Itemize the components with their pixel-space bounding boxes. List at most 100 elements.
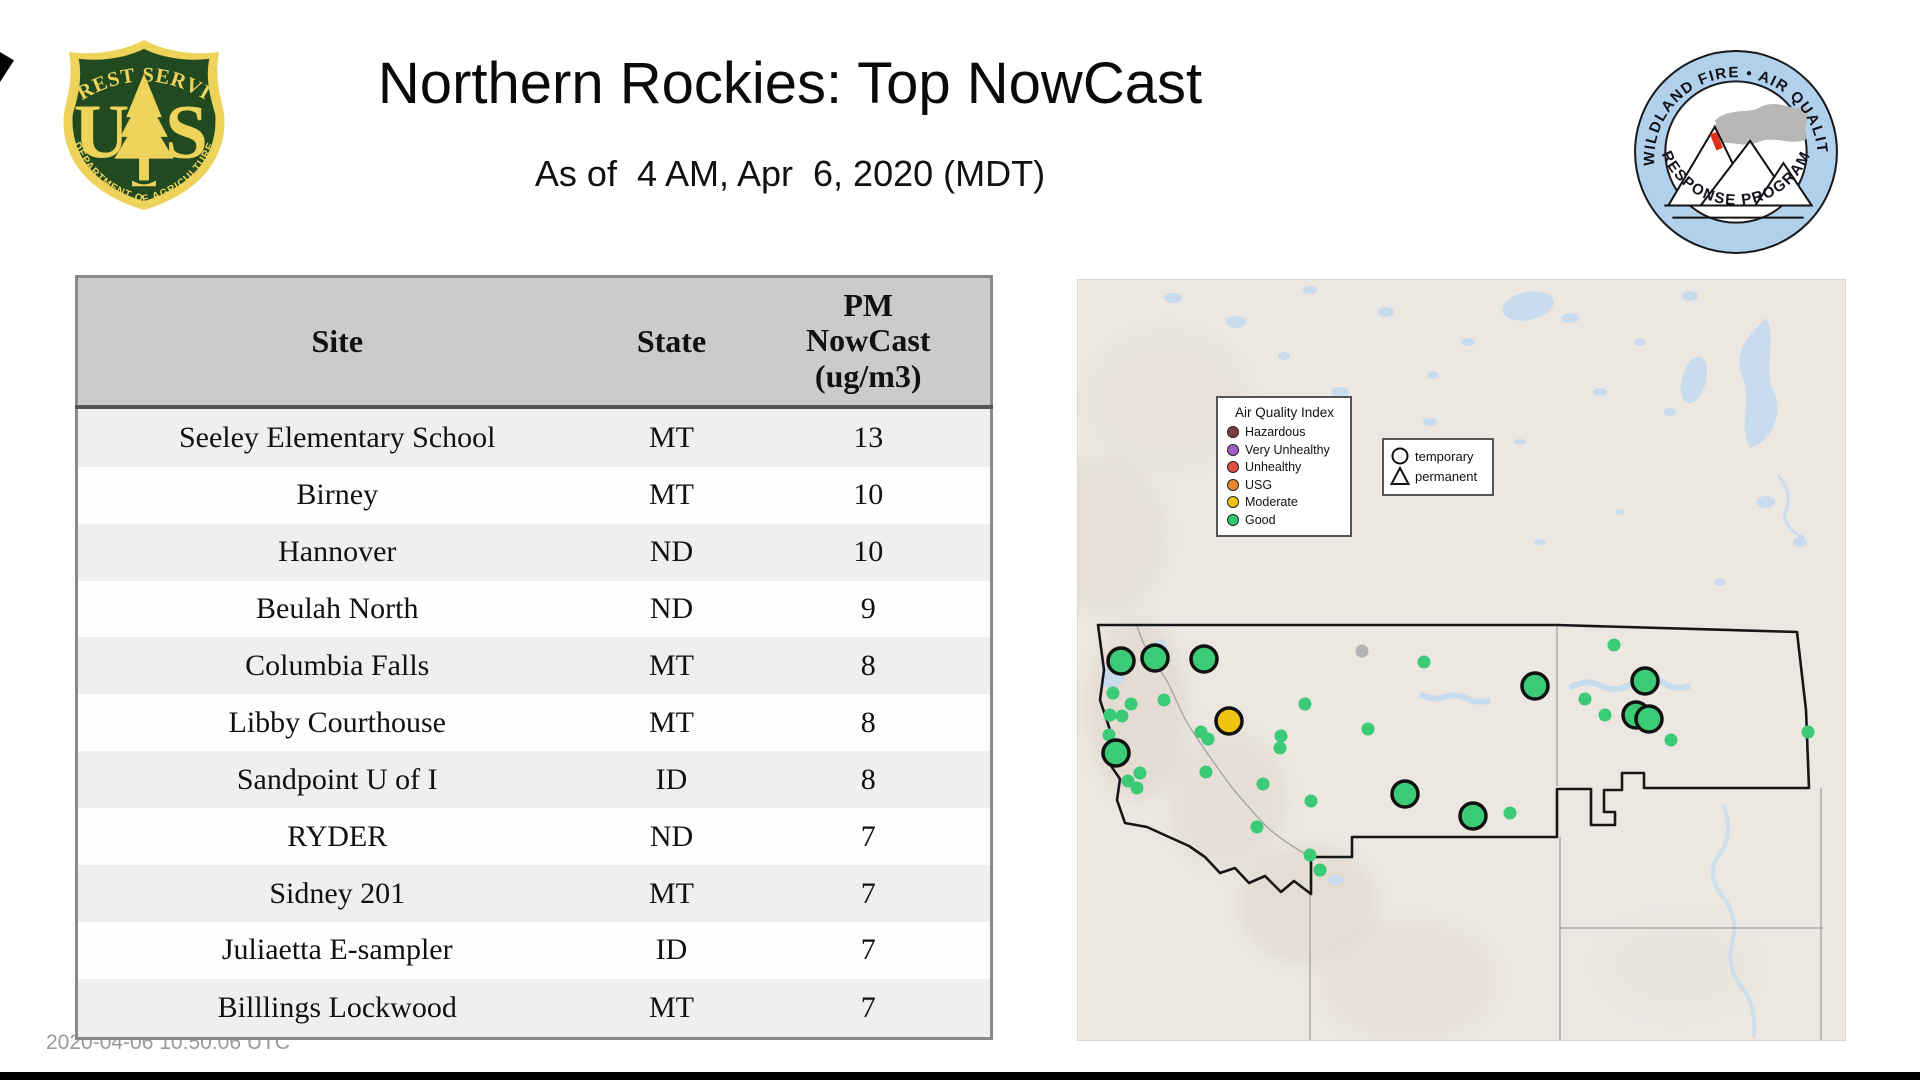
aqi-legend-item: Moderate bbox=[1227, 495, 1342, 509]
table-header-row: Site State PM NowCast (ug/m3) bbox=[76, 276, 992, 409]
aqi-item-label: USG bbox=[1245, 477, 1273, 492]
monitor-type-legend: temporary permanent bbox=[1382, 438, 1494, 496]
site-marker-good bbox=[1124, 697, 1138, 711]
aqi-color-dot-icon bbox=[1227, 496, 1239, 508]
aqi-color-dot-icon bbox=[1227, 478, 1239, 491]
site-marker-no_data bbox=[1355, 644, 1369, 658]
cell-site: Hannover bbox=[76, 523, 597, 581]
cell-value: 8 bbox=[746, 694, 992, 752]
wfaqrp-logo: WILDLAND FIRE • AIR QUALITY RESPONSE PRO… bbox=[1624, 33, 1842, 263]
monitor-type-icons bbox=[1390, 447, 1410, 485]
cell-site: Sandpoint U of I bbox=[76, 751, 597, 809]
aqi-item-label: Moderate bbox=[1245, 495, 1298, 509]
footer-bar bbox=[0, 1072, 1920, 1080]
site-marker-good bbox=[1298, 697, 1312, 711]
cell-state: MT bbox=[596, 978, 747, 1039]
site-marker-good bbox=[1417, 655, 1431, 669]
table-row: Sidney 201 MT 7 bbox=[76, 865, 992, 923]
map-canvas bbox=[1078, 280, 1845, 1040]
site-marker-good bbox=[1201, 732, 1215, 746]
site-marker-good bbox=[1250, 820, 1264, 834]
site-marker-good bbox=[1503, 806, 1517, 820]
cell-state: ID bbox=[596, 751, 747, 809]
site-marker-good bbox=[1130, 781, 1144, 795]
table-row: Sandpoint U of I ID 8 bbox=[76, 751, 992, 809]
aqi-color-dot-icon bbox=[1227, 443, 1239, 456]
cell-state: MT bbox=[596, 865, 747, 923]
aqi-legend: Air Quality Index Hazardous Very Unhealth… bbox=[1216, 396, 1352, 537]
table-row: Beulah North ND 9 bbox=[76, 580, 992, 638]
aqi-map: Air Quality Index Hazardous Very Unhealth… bbox=[1077, 279, 1846, 1041]
cell-value: 7 bbox=[746, 808, 992, 866]
cell-value: 10 bbox=[746, 466, 992, 524]
site-marker-good bbox=[1607, 638, 1621, 652]
site-marker-good bbox=[1189, 644, 1219, 674]
site-marker-good bbox=[1103, 708, 1117, 722]
site-marker-good bbox=[1458, 801, 1488, 831]
aqi-legend-item: Unhealthy bbox=[1227, 460, 1342, 474]
col-header-pm-nowcast: PM NowCast (ug/m3) bbox=[746, 276, 992, 409]
cell-site: Libby Courthouse bbox=[76, 694, 597, 752]
table-row: Seeley Elementary School MT 13 bbox=[76, 406, 992, 467]
site-marker-good bbox=[1101, 738, 1131, 768]
site-marker-good bbox=[1140, 643, 1170, 673]
site-marker-moderate bbox=[1214, 706, 1244, 736]
site-marker-good bbox=[1578, 692, 1592, 706]
site-marker-good bbox=[1133, 766, 1147, 780]
permanent-triangle-icon bbox=[1390, 465, 1410, 485]
cell-value: 7 bbox=[746, 922, 992, 979]
permanent-label: permanent bbox=[1415, 469, 1478, 484]
aqi-color-dot-icon bbox=[1227, 426, 1239, 438]
site-marker-good bbox=[1303, 848, 1317, 862]
pm-header: PM NowCast (ug/m3) bbox=[806, 286, 931, 395]
site-marker-good bbox=[1106, 646, 1136, 676]
cell-state: MT bbox=[596, 466, 747, 524]
forest-service-logo: FOREST SERVICE U S DEPARTMENT OF AGRICUL… bbox=[46, 19, 233, 219]
site-marker-good bbox=[1256, 777, 1270, 791]
aqi-color-dot-icon bbox=[1227, 513, 1239, 526]
site-marker-good bbox=[1106, 686, 1120, 700]
site-marker-good bbox=[1304, 794, 1318, 808]
aqi-item-label: Very Unhealthy bbox=[1245, 442, 1330, 457]
page-edge-mark bbox=[0, 52, 14, 82]
aqi-legend-item: Very Unhealthy bbox=[1227, 443, 1342, 457]
cell-state: ND bbox=[596, 808, 747, 866]
site-marker-good bbox=[1273, 741, 1287, 755]
temporary-label: temporary bbox=[1415, 448, 1474, 464]
forest-service-shield-icon: FOREST SERVICE U S DEPARTMENT OF AGRICUL… bbox=[46, 19, 225, 211]
site-marker-good bbox=[1361, 722, 1375, 736]
nowcast-table: Site State PM NowCast (ug/m3) Seeley Eleme… bbox=[75, 275, 993, 1040]
aqi-item-label: Hazardous bbox=[1245, 425, 1306, 439]
aqi-item-label: Unhealthy bbox=[1245, 460, 1302, 474]
table-row: Libby Courthouse MT 8 bbox=[76, 694, 992, 752]
site-marker-good bbox=[1274, 729, 1288, 743]
cell-state: MT bbox=[596, 694, 747, 752]
cell-value: 8 bbox=[746, 637, 992, 695]
col-header-site: Site bbox=[76, 276, 597, 409]
cell-site: Juliaetta E-sampler bbox=[76, 922, 597, 979]
table-row: Hannover ND 10 bbox=[76, 523, 992, 581]
site-marker-good bbox=[1520, 671, 1550, 701]
cell-value: 7 bbox=[746, 865, 992, 923]
aqi-item-label: Good bbox=[1245, 512, 1276, 527]
site-marker-good bbox=[1313, 863, 1327, 877]
cell-state: MT bbox=[596, 406, 747, 467]
cell-value: 13 bbox=[746, 406, 992, 467]
page-subtitle: As of 4 AM, Apr 6, 2020 (MDT) bbox=[534, 153, 1046, 194]
page-title: Northern Rockies: Top NowCast bbox=[377, 51, 1203, 116]
cell-site: Beulah North bbox=[76, 580, 597, 638]
site-marker-good bbox=[1115, 709, 1129, 723]
site-marker-good bbox=[1664, 733, 1678, 747]
table-row: Billlings Lockwood MT 7 bbox=[76, 978, 992, 1039]
cell-value: 8 bbox=[746, 751, 992, 809]
cell-state: ID bbox=[596, 922, 747, 979]
site-marker-good bbox=[1157, 693, 1171, 707]
cell-value: 10 bbox=[746, 523, 992, 581]
aqi-legend-items: Hazardous Very Unhealthy Unhealthy USG Moder… bbox=[1227, 425, 1342, 527]
cell-site: Columbia Falls bbox=[76, 637, 597, 695]
table-row: Columbia Falls MT 8 bbox=[76, 637, 992, 695]
cell-state: ND bbox=[596, 580, 747, 638]
cell-state: MT bbox=[596, 637, 747, 695]
cell-site: Birney bbox=[76, 466, 597, 524]
site-marker-good bbox=[1801, 725, 1815, 739]
